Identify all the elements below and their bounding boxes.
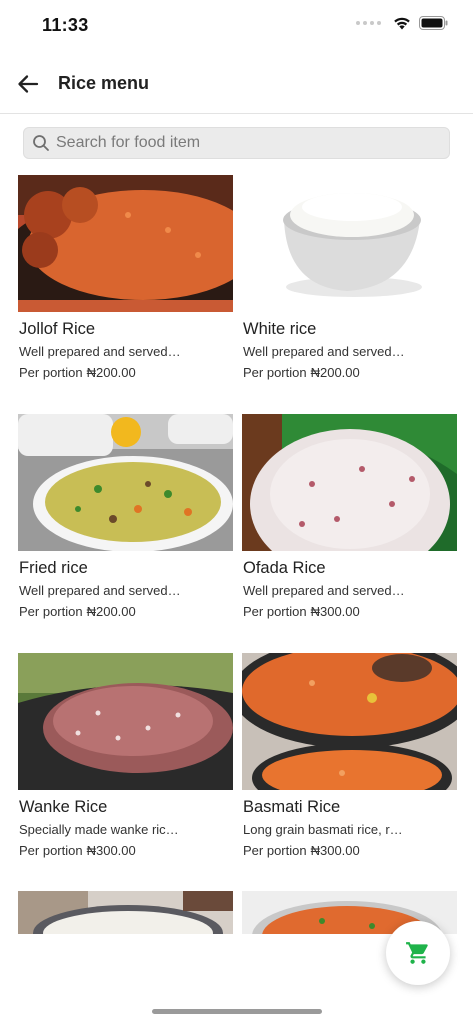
price-value: ₦200.00 — [310, 365, 360, 380]
food-description: Well prepared and served… — [243, 583, 405, 598]
food-description: Long grain basmati rice, r… — [243, 822, 403, 837]
price-value: ₦300.00 — [310, 604, 360, 619]
food-name: Ofada Rice — [243, 559, 326, 577]
shopping-cart-icon — [406, 942, 428, 964]
food-image-wanke-rice — [18, 653, 233, 790]
food-name: White rice — [243, 320, 317, 338]
price-label: Per portion — [19, 843, 83, 858]
cart-button[interactable] — [386, 921, 450, 985]
food-card[interactable]: Ofada Rice Well prepared and served… Per… — [242, 414, 457, 634]
food-description: Well prepared and served… — [19, 344, 181, 359]
status-bar: 11:33 — [0, 0, 473, 50]
food-price-row: Per portion ₦300.00 — [243, 843, 360, 858]
food-price-row: Per portion ₦200.00 — [19, 365, 136, 380]
food-card[interactable]: White rice Well prepared and served… Per… — [242, 175, 457, 395]
food-description: Specially made wanke ric… — [19, 822, 179, 837]
arrow-left-icon — [18, 75, 39, 93]
food-card[interactable]: Jollof Rice Well prepared and served… Pe… — [18, 175, 233, 395]
price-label: Per portion — [19, 604, 83, 619]
food-image-jollof-rice — [18, 175, 233, 312]
food-name: Wanke Rice — [19, 798, 108, 816]
food-image-partial — [18, 891, 233, 934]
price-label: Per portion — [19, 365, 83, 380]
back-button[interactable] — [14, 70, 42, 98]
price-value: ₦200.00 — [86, 365, 136, 380]
status-time: 11:33 — [42, 15, 89, 35]
price-label: Per portion — [243, 843, 307, 858]
search-bar[interactable] — [23, 127, 450, 159]
food-price-row: Per portion ₦200.00 — [19, 604, 136, 619]
food-name: Jollof Rice — [19, 320, 96, 338]
food-name: Basmati Rice — [243, 798, 341, 816]
food-card[interactable]: Basmati Rice Long grain basmati rice, r…… — [242, 653, 457, 873]
food-description: Well prepared and served… — [243, 344, 405, 359]
food-card[interactable]: Wanke Rice Specially made wanke ric… Per… — [18, 653, 233, 873]
food-image-ofada-rice — [242, 414, 457, 551]
page-title: Rice menu — [58, 73, 150, 93]
food-price-row: Per portion ₦200.00 — [243, 365, 360, 380]
food-price-row: Per portion ₦300.00 — [243, 604, 360, 619]
food-image-basmati-rice — [242, 653, 457, 790]
cellular-signal-icon — [356, 21, 381, 25]
app-header: Rice menu — [0, 56, 473, 114]
food-price-row: Per portion ₦300.00 — [19, 843, 136, 858]
food-description: Well prepared and served… — [19, 583, 181, 598]
battery-icon — [419, 16, 448, 30]
food-image-fried-rice — [18, 414, 233, 551]
price-value: ₦200.00 — [86, 604, 136, 619]
search-icon — [33, 135, 49, 151]
price-label: Per portion — [243, 365, 307, 380]
food-card[interactable] — [18, 891, 233, 934]
food-name: Fried rice — [19, 559, 88, 577]
search-input[interactable] — [56, 134, 436, 152]
price-label: Per portion — [243, 604, 307, 619]
status-icons — [356, 16, 449, 30]
wifi-icon — [394, 17, 410, 30]
food-card[interactable]: Fried rice Well prepared and served… Per… — [18, 414, 233, 634]
home-indicator — [152, 1009, 322, 1014]
price-value: ₦300.00 — [86, 843, 136, 858]
food-image-white-rice — [242, 175, 457, 312]
price-value: ₦300.00 — [310, 843, 360, 858]
